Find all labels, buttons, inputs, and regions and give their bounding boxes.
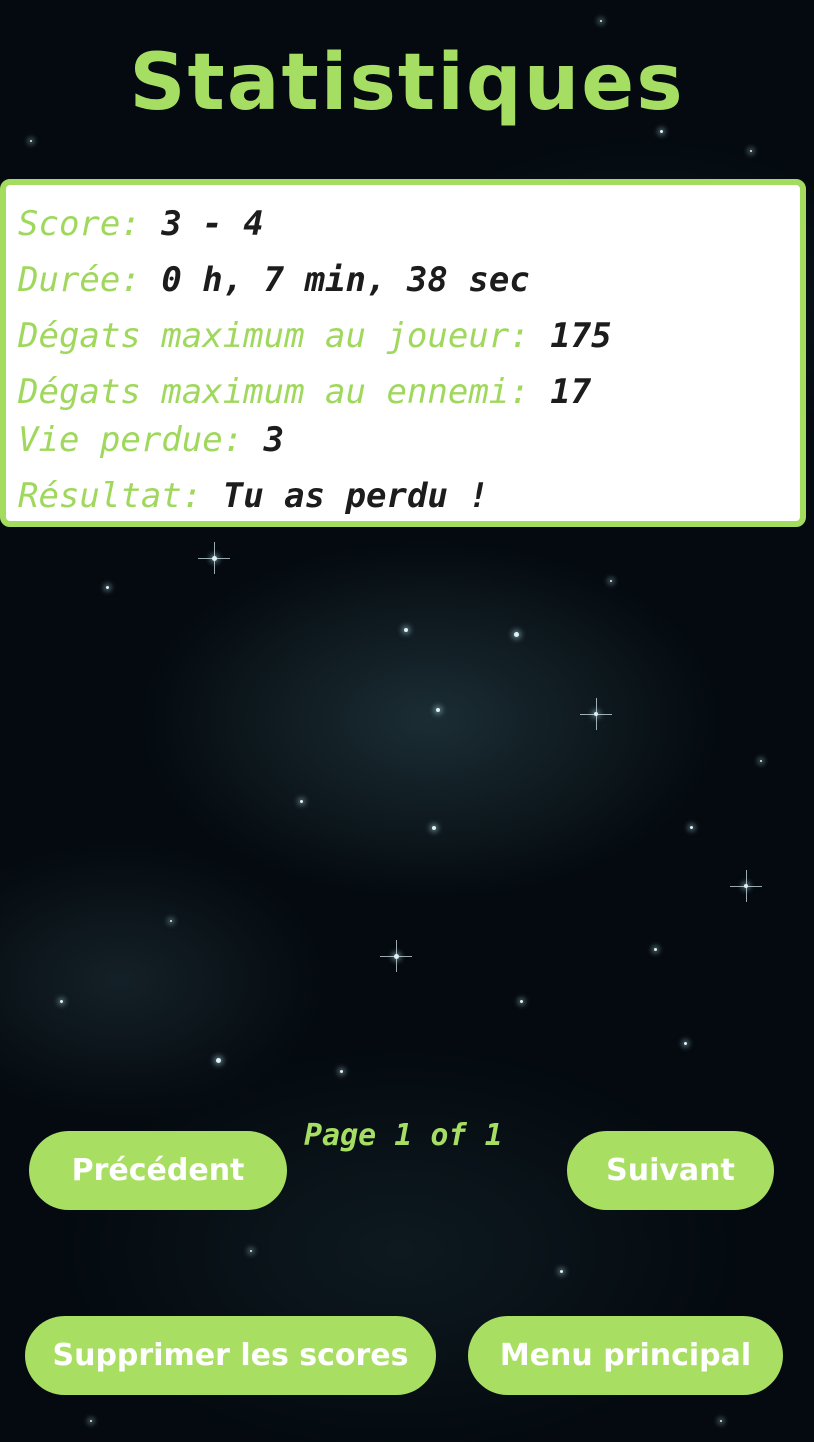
star [610, 580, 612, 582]
star [720, 1420, 722, 1422]
stat-max-damage-enemy: Dégats maximum au ennemi: 17 [18, 375, 591, 409]
star [514, 632, 519, 637]
delete-scores-button[interactable]: Supprimer les scores [25, 1316, 436, 1395]
star [436, 708, 440, 712]
star [654, 948, 657, 951]
star [198, 542, 230, 574]
stat-result-value: Tu as perdu ! [222, 476, 489, 516]
star [580, 698, 612, 730]
stat-lives-lost-value: 3 [263, 420, 285, 460]
stat-max-damage-enemy-label: Dégats maximum au ennemi: [18, 372, 530, 412]
stat-max-damage-player: Dégats maximum au joueur: 175 [18, 319, 612, 353]
star [730, 870, 762, 902]
page-title: Statistiques [129, 38, 685, 128]
star [750, 150, 752, 152]
stats-panel: Score: 3 - 4 Durée: 0 h, 7 min, 38 sec D… [0, 179, 806, 527]
stat-max-damage-enemy-value: 17 [550, 372, 592, 412]
page-indicator: Page 1 of 1 [304, 1118, 503, 1153]
star [432, 826, 436, 830]
star [60, 1000, 63, 1003]
stat-duration-value: 0 h, 7 min, 38 sec [161, 260, 530, 300]
star [216, 1058, 221, 1063]
stat-score-label: Score: [18, 204, 141, 244]
star [380, 940, 412, 972]
star [30, 140, 32, 142]
stat-result-label: Résultat: [18, 476, 203, 516]
stat-result: Résultat: Tu as perdu ! [18, 479, 489, 513]
star [660, 130, 663, 133]
star [300, 800, 303, 803]
star [560, 1270, 563, 1273]
stat-duration-label: Durée: [18, 260, 141, 300]
previous-button[interactable]: Précédent [29, 1131, 287, 1210]
star [340, 1070, 343, 1073]
stat-max-damage-player-label: Dégats maximum au joueur: [18, 316, 530, 356]
star [600, 20, 602, 22]
stat-score: Score: 3 - 4 [18, 207, 264, 241]
star [760, 760, 762, 762]
star [404, 628, 408, 632]
star [90, 1420, 92, 1422]
main-menu-button[interactable]: Menu principal [468, 1316, 783, 1395]
next-button[interactable]: Suivant [567, 1131, 774, 1210]
star [684, 1042, 687, 1045]
star [690, 826, 693, 829]
stat-max-damage-player-value: 175 [550, 316, 612, 356]
stat-duration: Durée: 0 h, 7 min, 38 sec [18, 263, 530, 297]
star [106, 586, 109, 589]
stat-lives-lost: Vie perdue: 3 [18, 423, 284, 457]
stat-lives-lost-label: Vie perdue: [18, 420, 244, 460]
star [250, 1250, 252, 1252]
star [170, 920, 172, 922]
stat-score-value: 3 - 4 [161, 204, 264, 244]
star [520, 1000, 523, 1003]
